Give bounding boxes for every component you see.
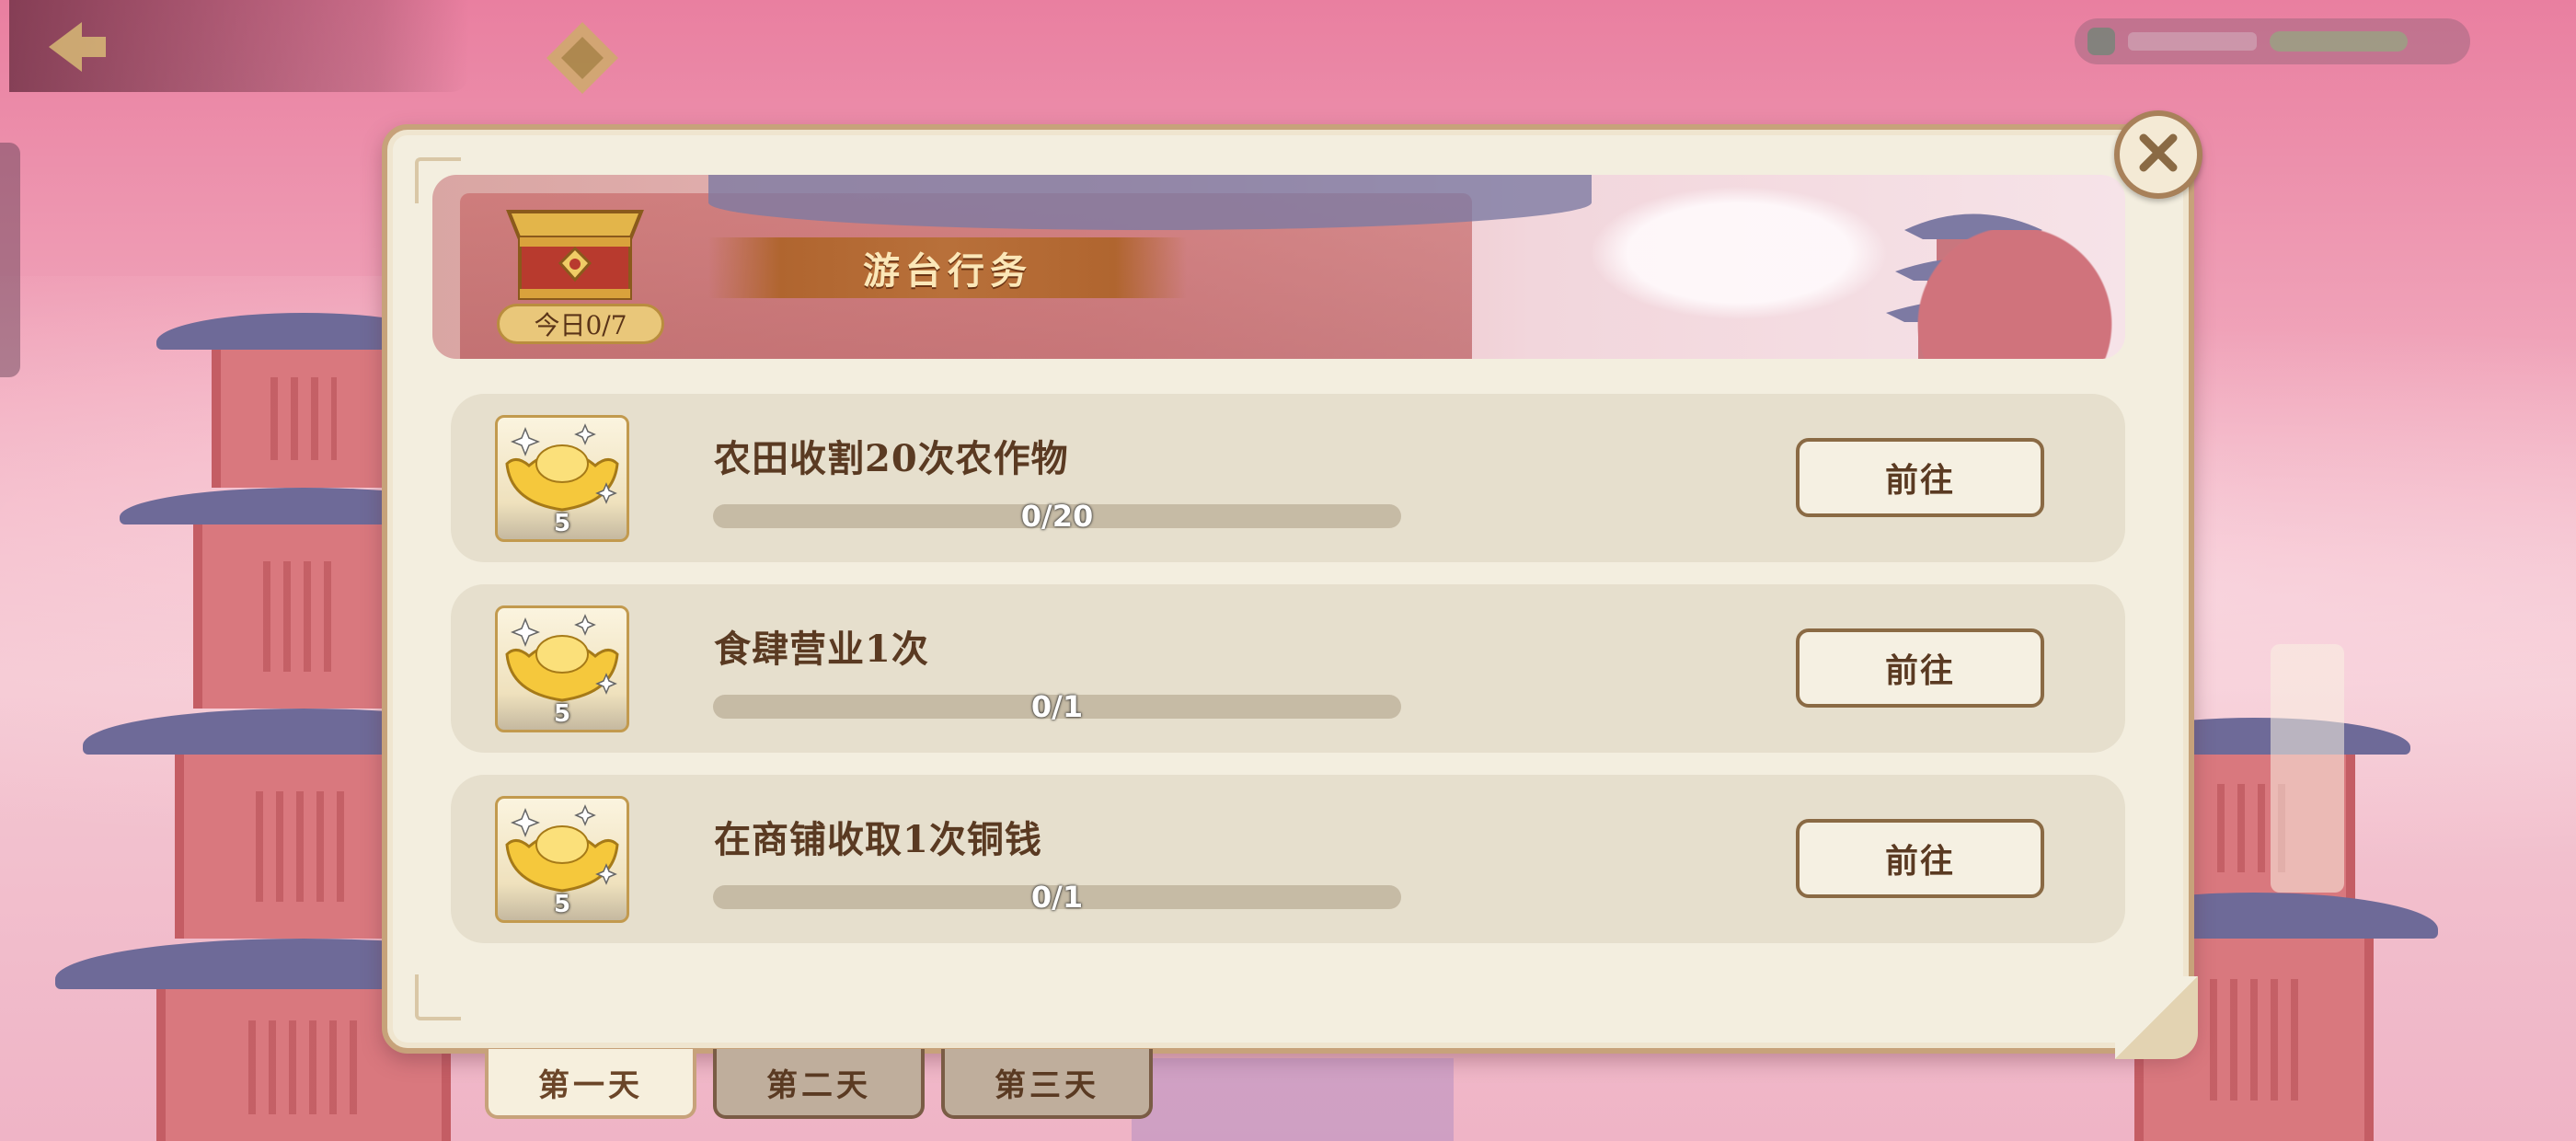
go-button[interactable]: 前往 — [1796, 438, 2044, 517]
banner-title: 游台行务 — [863, 249, 1032, 293]
daily-count-badge: 今日0/7 — [497, 304, 664, 344]
reward-slot[interactable]: 5 — [495, 796, 629, 923]
tab-day-2[interactable]: 第二天 — [713, 1049, 925, 1119]
task-row: 5 农田收割20次农作物 0/20 前往 — [451, 394, 2125, 562]
reward-quantity: 5 — [553, 891, 571, 918]
banner-roof — [708, 175, 1592, 230]
banner-tree — [1868, 230, 2125, 359]
panel-corner-ornament — [415, 974, 461, 1020]
reward-slot[interactable]: 5 — [495, 415, 629, 542]
banner-ribbon: 游台行务 — [708, 237, 1187, 298]
task-name: 在商铺收取1次铜钱 — [714, 818, 1042, 861]
left-edge-tab[interactable] — [0, 143, 20, 377]
diamond-emblem-icon[interactable] — [543, 18, 622, 98]
back-arrow-icon — [40, 15, 113, 83]
task-name: 食肆营业1次 — [714, 628, 929, 671]
reward-slot[interactable]: 5 — [495, 605, 629, 732]
progress-bar: 0/1 — [713, 880, 1401, 915]
close-icon — [2131, 125, 2186, 184]
progress-bar: 0/20 — [713, 499, 1401, 534]
banner-cloud — [1564, 175, 1914, 331]
task-row: 5 在商铺收取1次铜钱 0/1 前往 — [451, 775, 2125, 943]
background-fragment — [1132, 1058, 1454, 1141]
tab-day-1[interactable]: 第一天 — [485, 1049, 696, 1119]
event-banner — [432, 175, 2125, 359]
back-button[interactable] — [35, 17, 118, 81]
go-button[interactable]: 前往 — [1796, 628, 2044, 708]
go-button[interactable]: 前往 — [1796, 819, 2044, 898]
progress-text: 0/1 — [1030, 689, 1084, 724]
task-row: 5 食肆营业1次 0/1 前往 — [451, 584, 2125, 753]
task-name: 农田收割20次农作物 — [714, 437, 1069, 480]
progress-text: 0/20 — [1020, 499, 1094, 534]
progress-bar: 0/1 — [713, 689, 1401, 724]
reward-quantity: 5 — [553, 700, 571, 728]
treasure-chest-icon[interactable] — [501, 202, 649, 304]
top-right-status — [2075, 18, 2470, 64]
page-curl-decoration — [2115, 976, 2198, 1059]
side-scroll-decoration — [2271, 644, 2344, 893]
progress-text: 0/1 — [1030, 880, 1084, 915]
reward-quantity: 5 — [553, 510, 571, 537]
close-button[interactable] — [2114, 110, 2202, 199]
tab-day-3[interactable]: 第三天 — [941, 1049, 1153, 1119]
